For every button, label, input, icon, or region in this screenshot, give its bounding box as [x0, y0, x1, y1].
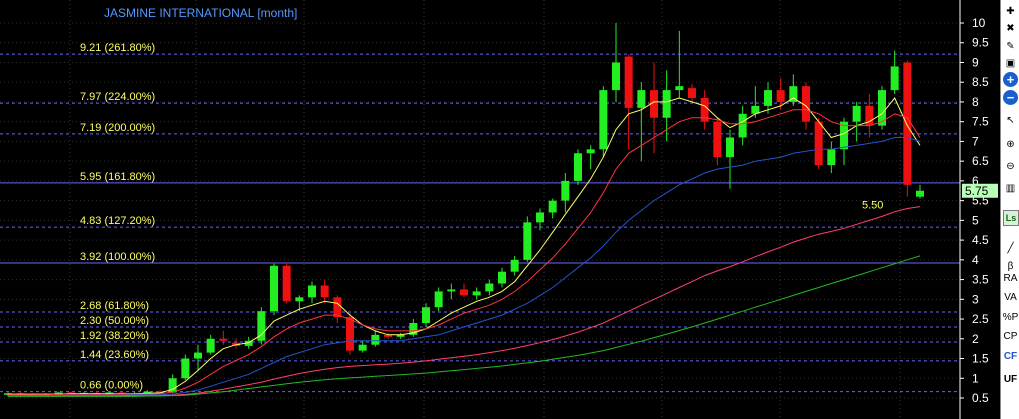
y-tick-label: 7: [972, 134, 979, 148]
y-tick-label: 3: [972, 292, 979, 306]
candle-body: [523, 222, 532, 260]
candle-body: [624, 56, 633, 108]
uf-label[interactable]: UF: [1002, 371, 1019, 388]
y-tick-label: 1.5: [972, 352, 989, 366]
candle-body: [472, 291, 481, 296]
magnifier-plus-icon[interactable]: ⊕: [1002, 136, 1019, 153]
y-tick-label: 3.5: [972, 273, 989, 287]
candle-body: [764, 90, 772, 106]
y-tick-label: 6.5: [972, 154, 989, 168]
magnifier-minus-icon[interactable]: ⊖: [1002, 158, 1019, 175]
settings-icon[interactable]: ✎: [1002, 38, 1019, 55]
candle-body: [852, 105, 861, 122]
candle-body: [498, 271, 506, 284]
candle-body: [460, 289, 468, 296]
candle-body: [219, 338, 228, 341]
candle-body: [282, 265, 291, 302]
candle-body: [346, 317, 354, 351]
fib-level-label: 2.30 (50.00%): [80, 315, 149, 327]
candle-body: [295, 297, 304, 302]
y-tick-label: 8: [972, 95, 979, 109]
fib-level-label: 7.97 (224.00%): [80, 91, 155, 103]
price-marker-label: 5.50: [862, 200, 883, 212]
y-tick-label: 8.5: [972, 75, 989, 89]
candle-body: [637, 90, 646, 108]
y-tick-label: 5: [972, 213, 979, 227]
y-tick-label: 7.5: [972, 115, 989, 129]
candle-body: [206, 338, 215, 353]
last-price-label: 5.75: [965, 184, 989, 198]
candle-body: [194, 352, 202, 359]
candle-body: [358, 344, 367, 351]
candle-body: [814, 121, 823, 166]
cf-label[interactable]: CF: [1002, 348, 1019, 365]
y-tick-label: 10: [972, 16, 986, 30]
fib-level-label: 7.19 (200.00%): [80, 122, 155, 134]
new-window-icon[interactable]: ▣: [1002, 55, 1019, 72]
ra-label[interactable]: RA: [1002, 270, 1019, 287]
y-tick-label: 1: [972, 371, 979, 385]
candle-body: [434, 291, 443, 308]
delete-icon[interactable]: ✖: [1002, 20, 1019, 37]
candlestick-chart: 9.21 (261.80%) 7.97 (224.00%) 7.19 (200.00…: [0, 0, 998, 419]
add-chart-icon[interactable]: ✚: [1002, 3, 1019, 20]
candle-body: [903, 62, 912, 185]
chart-type-icon[interactable]: ▥: [1002, 180, 1019, 197]
fib-level-label: 2.68 (61.80%): [80, 300, 149, 312]
percent-p-label[interactable]: %P: [1002, 309, 1019, 326]
fib-level-label: 4.83 (127.20%): [80, 215, 155, 227]
candle-body: [510, 259, 519, 272]
cursor-menu-icon[interactable]: ↖: [1002, 112, 1019, 129]
y-tick-label: 4.5: [972, 233, 989, 247]
zoom-in-button[interactable]: +: [1003, 72, 1018, 87]
side-toolbar: ✚ ✖ ✎ ▣ + − ↖ ⊕ ⊖ ▥ Ls ╱ β RA VA %P CP CF UF: [1000, 0, 1019, 419]
fib-level-label: 1.44 (23.60%): [80, 349, 149, 361]
ls-icon[interactable]: Ls: [1003, 210, 1019, 226]
candle-body: [726, 137, 734, 158]
candle-body: [308, 285, 316, 298]
candle-body: [675, 86, 684, 91]
candle-body: [776, 90, 785, 102]
candle-body: [599, 90, 608, 150]
candle-body: [447, 289, 456, 292]
candle-body: [561, 180, 570, 201]
candle-body: [371, 334, 380, 345]
candle-body: [890, 66, 899, 91]
candle-body: [612, 62, 620, 91]
va-label[interactable]: VA: [1002, 289, 1019, 306]
fib-level-label: 5.95 (161.80%): [80, 171, 155, 183]
zoom-out-button[interactable]: −: [1003, 90, 1018, 105]
y-tick-label: 4: [972, 253, 979, 267]
y-tick-label: 2.5: [972, 312, 989, 326]
candle-body: [916, 190, 924, 197]
candle-body: [320, 285, 329, 298]
candle-body: [662, 90, 671, 118]
candle-body: [333, 297, 342, 318]
fib-level-label: 0.66 (0.00%): [80, 380, 143, 392]
candle-body: [738, 113, 747, 138]
candle-body: [536, 212, 544, 223]
fib-level-label: 3.92 (100.00%): [80, 251, 155, 263]
candle-body: [688, 88, 696, 98]
candle-body: [713, 121, 722, 158]
y-tick-label: 9.5: [972, 36, 989, 50]
candle-body: [485, 283, 494, 292]
candle-body: [586, 149, 595, 154]
candle-body: [270, 265, 278, 312]
y-tick-label: 9: [972, 55, 979, 69]
candle-body: [574, 153, 582, 181]
chart-title: JASMINE INTERNATIONAL [month]: [104, 6, 297, 20]
candle-body: [181, 358, 190, 379]
candle-body: [827, 149, 836, 166]
fib-level-label: 9.21 (261.80%): [80, 42, 155, 54]
candle-body: [422, 307, 430, 323]
cp-label[interactable]: CP: [1002, 328, 1019, 345]
candle-body: [548, 200, 557, 213]
y-tick-label: 0.5: [972, 391, 989, 405]
fib-level-label: 1.92 (38.20%): [80, 330, 149, 342]
line-tool-icon[interactable]: ╱: [1002, 240, 1019, 257]
y-tick-label: 2: [972, 332, 979, 346]
